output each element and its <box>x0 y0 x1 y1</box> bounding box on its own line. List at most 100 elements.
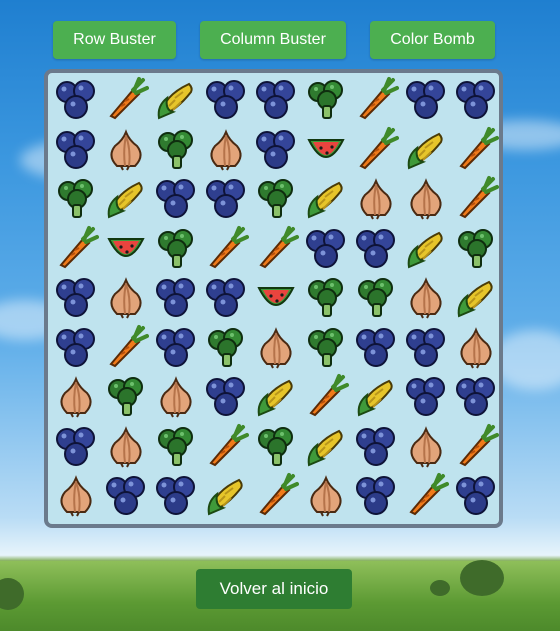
broccoli-tile[interactable] <box>151 226 201 276</box>
blueberry-tile[interactable] <box>401 77 451 127</box>
onion-tile[interactable] <box>51 374 101 424</box>
onion-tile[interactable] <box>151 374 201 424</box>
corn-tile[interactable] <box>451 275 501 325</box>
broccoli-tile[interactable] <box>101 374 151 424</box>
carrot-icon <box>103 76 149 127</box>
corn-tile[interactable] <box>201 473 251 523</box>
broccoli-tile[interactable] <box>151 424 201 474</box>
blueberry-tile[interactable] <box>351 424 401 474</box>
corn-tile[interactable] <box>301 424 351 474</box>
corn-tile[interactable] <box>151 77 201 127</box>
blueberry-tile[interactable] <box>201 77 251 127</box>
onion-tile[interactable] <box>351 176 401 226</box>
blueberry-tile[interactable] <box>201 374 251 424</box>
carrot-tile[interactable] <box>251 473 301 523</box>
watermelon-tile[interactable] <box>101 226 151 276</box>
carrot-tile[interactable] <box>51 225 101 276</box>
blueberry-tile[interactable] <box>251 127 301 177</box>
onion-tile[interactable] <box>101 275 151 325</box>
onion-tile[interactable] <box>201 127 251 177</box>
carrot-tile[interactable] <box>451 176 501 226</box>
onion-icon <box>303 472 349 523</box>
broccoli-icon <box>153 423 199 474</box>
broccoli-tile[interactable] <box>251 176 301 226</box>
watermelon-tile[interactable] <box>251 275 301 325</box>
blueberry-icon <box>303 225 349 276</box>
carrot-tile[interactable] <box>251 225 301 276</box>
blueberry-tile[interactable] <box>201 176 251 226</box>
blueberry-tile[interactable] <box>251 77 301 127</box>
back-to-home-button[interactable]: Volver al inicio <box>196 569 352 609</box>
onion-tile[interactable] <box>101 424 151 474</box>
carrot-tile[interactable] <box>101 77 151 127</box>
onion-icon <box>103 274 149 325</box>
onion-tile[interactable] <box>251 325 301 375</box>
broccoli-tile[interactable] <box>251 424 301 474</box>
carrot-tile[interactable] <box>201 225 251 276</box>
blueberry-tile[interactable] <box>351 473 401 523</box>
blueberry-tile[interactable] <box>401 325 451 375</box>
broccoli-tile[interactable] <box>51 176 101 226</box>
carrot-tile[interactable] <box>401 473 451 523</box>
onion-tile[interactable] <box>51 473 101 523</box>
corn-tile[interactable] <box>351 374 401 424</box>
carrot-tile[interactable] <box>301 374 351 424</box>
blueberry-tile[interactable] <box>51 77 101 127</box>
blueberry-icon <box>453 472 499 523</box>
watermelon-icon <box>103 225 149 276</box>
onion-tile[interactable] <box>101 127 151 177</box>
carrot-icon <box>303 373 349 424</box>
carrot-tile[interactable] <box>351 77 401 127</box>
broccoli-tile[interactable] <box>351 275 401 325</box>
carrot-tile[interactable] <box>451 423 501 474</box>
blueberry-tile[interactable] <box>151 325 201 375</box>
broccoli-tile[interactable] <box>151 127 201 177</box>
blueberry-tile[interactable] <box>451 77 501 127</box>
broccoli-tile[interactable] <box>301 77 351 127</box>
corn-icon <box>353 373 399 424</box>
blueberry-tile[interactable] <box>51 275 101 325</box>
blueberry-tile[interactable] <box>151 176 201 226</box>
blueberry-tile[interactable] <box>51 424 101 474</box>
corn-tile[interactable] <box>101 176 151 226</box>
row-buster-button[interactable]: Row Buster <box>53 21 176 59</box>
color-bomb-button[interactable]: Color Bomb <box>370 21 495 59</box>
broccoli-tile[interactable] <box>301 325 351 375</box>
blueberry-tile[interactable] <box>401 374 451 424</box>
carrot-icon <box>403 472 449 523</box>
broccoli-tile[interactable] <box>201 325 251 375</box>
blueberry-tile[interactable] <box>451 374 501 424</box>
game-board <box>44 69 503 528</box>
onion-tile[interactable] <box>401 275 451 325</box>
blueberry-tile[interactable] <box>451 473 501 523</box>
corn-tile[interactable] <box>251 374 301 424</box>
broccoli-tile[interactable] <box>301 275 351 325</box>
onion-tile[interactable] <box>401 176 451 226</box>
blueberry-tile[interactable] <box>51 325 101 375</box>
watermelon-tile[interactable] <box>301 127 351 177</box>
carrot-tile[interactable] <box>351 126 401 177</box>
carrot-tile[interactable] <box>101 324 151 375</box>
blueberry-tile[interactable] <box>101 473 151 523</box>
blueberry-tile[interactable] <box>301 226 351 276</box>
onion-tile[interactable] <box>401 424 451 474</box>
blueberry-tile[interactable] <box>351 226 401 276</box>
corn-tile[interactable] <box>401 226 451 276</box>
blueberry-tile[interactable] <box>351 325 401 375</box>
blueberry-tile[interactable] <box>201 275 251 325</box>
corn-tile[interactable] <box>301 176 351 226</box>
carrot-icon <box>453 175 499 226</box>
carrot-tile[interactable] <box>451 126 501 177</box>
blueberry-tile[interactable] <box>151 275 201 325</box>
column-buster-button[interactable]: Column Buster <box>200 21 346 59</box>
broccoli-tile[interactable] <box>451 226 501 276</box>
corn-icon <box>153 76 199 127</box>
blueberry-tile[interactable] <box>151 473 201 523</box>
blueberry-tile[interactable] <box>51 127 101 177</box>
corn-icon <box>453 274 499 325</box>
onion-tile[interactable] <box>301 473 351 523</box>
onion-tile[interactable] <box>451 325 501 375</box>
carrot-tile[interactable] <box>201 423 251 474</box>
blueberry-icon <box>353 225 399 276</box>
corn-tile[interactable] <box>401 127 451 177</box>
